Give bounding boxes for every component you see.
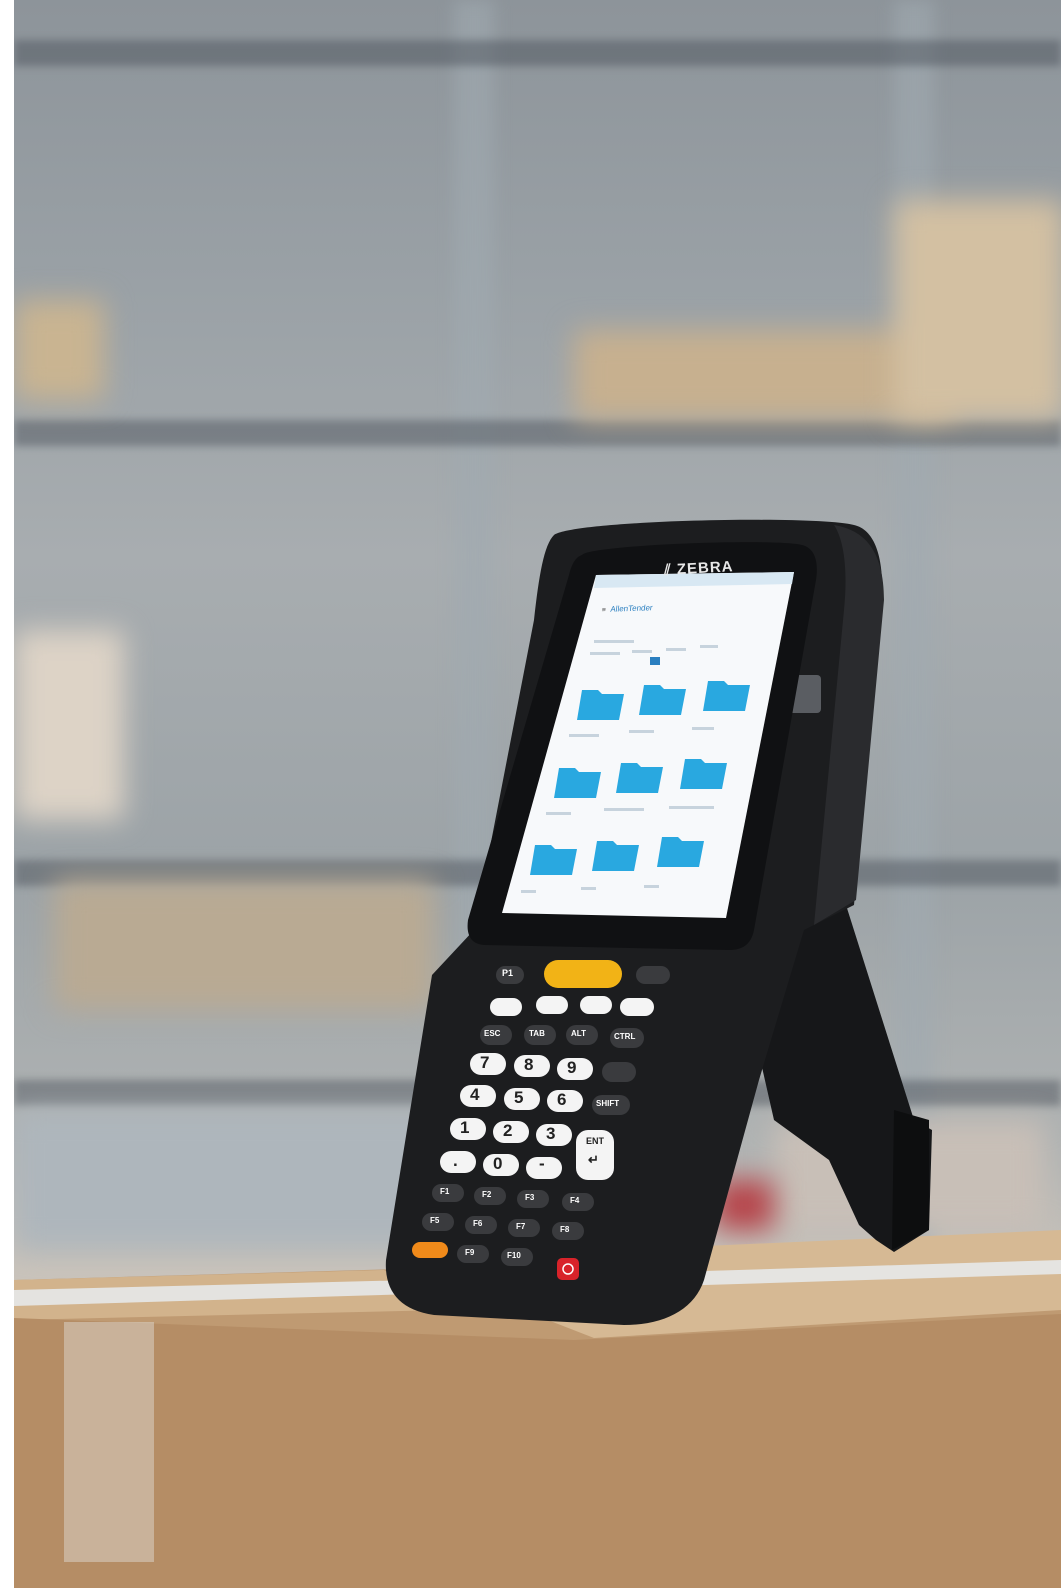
orange-function-key[interactable] — [412, 1242, 448, 1258]
p1-key[interactable]: P1 — [502, 968, 513, 978]
key-3[interactable]: 3 — [546, 1124, 555, 1144]
key-period[interactable]: . — [453, 1151, 458, 1171]
key-8[interactable]: 8 — [524, 1055, 533, 1075]
warehouse-background: ⫽ ZEBRA ≡ AllenTender P1 ESC TAB ALT CTR… — [14, 0, 1061, 1588]
f1-key[interactable]: F1 — [440, 1187, 449, 1196]
f9-key[interactable]: F9 — [465, 1248, 474, 1257]
enter-arrow-icon: ↵ — [588, 1152, 599, 1167]
key-dash[interactable]: - — [539, 1154, 545, 1174]
f3-key[interactable]: F3 — [525, 1193, 534, 1202]
f8-key[interactable]: F8 — [560, 1225, 569, 1234]
f6-key[interactable]: F6 — [473, 1219, 482, 1228]
power-icon[interactable] — [562, 1259, 574, 1271]
device-keypad — [412, 960, 670, 1280]
key-4[interactable]: 4 — [470, 1085, 479, 1105]
f2-key[interactable]: F2 — [482, 1190, 491, 1199]
f5-key[interactable]: F5 — [430, 1216, 439, 1225]
key-9[interactable]: 9 — [567, 1058, 576, 1078]
key-0[interactable]: 0 — [493, 1154, 502, 1174]
f4-key[interactable]: F4 — [570, 1196, 579, 1205]
tab-key[interactable]: TAB — [529, 1029, 545, 1038]
key-5[interactable]: 5 — [514, 1088, 523, 1108]
key-1[interactable]: 1 — [460, 1118, 469, 1138]
key-7[interactable]: 7 — [480, 1053, 489, 1073]
ctrl-key[interactable]: CTRL — [614, 1032, 635, 1041]
alt-key[interactable]: ALT — [571, 1029, 586, 1038]
f7-key[interactable]: F7 — [516, 1222, 525, 1231]
key-2[interactable]: 2 — [503, 1121, 512, 1141]
f10-key[interactable]: F10 — [507, 1251, 521, 1260]
esc-key[interactable]: ESC — [484, 1029, 500, 1038]
scan-trigger-button[interactable] — [544, 960, 622, 988]
key-6[interactable]: 6 — [557, 1090, 566, 1110]
enter-key-label[interactable]: ENT — [586, 1136, 604, 1146]
shift-key[interactable]: SHIFT — [596, 1099, 619, 1108]
